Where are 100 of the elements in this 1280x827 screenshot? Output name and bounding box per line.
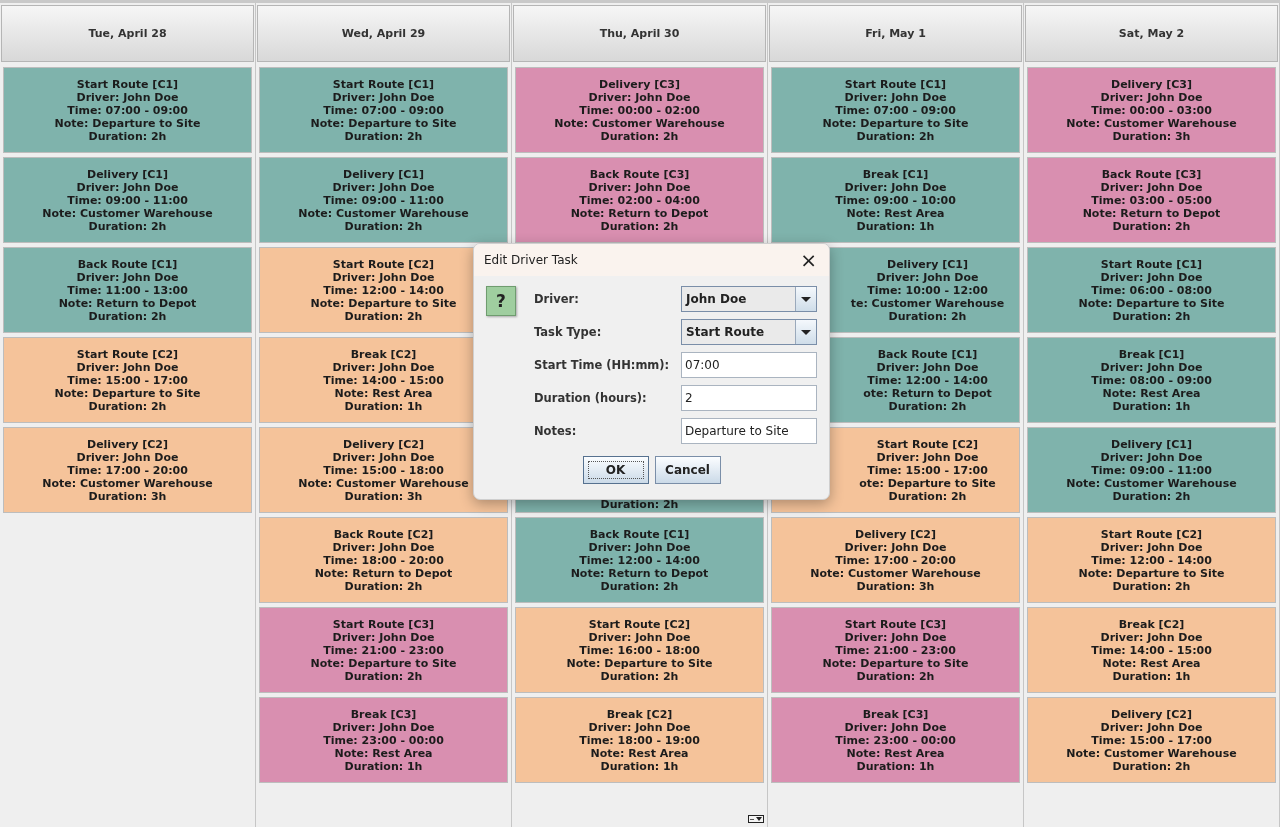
task-card[interactable]: Delivery [C1] Driver: John Doe Time: 09:00 - 11:00 Note: Customer Warehouse Duration: 2h (259, 157, 508, 243)
day-header: Thu, April 30 (513, 5, 766, 62)
card-text: Driver: John Doe (876, 360, 979, 374)
task-card[interactable]: Delivery [C3] Driver: John Doe Time: 00:00 - 02:00 Note: Customer Warehouse Duration: 2h (515, 67, 764, 153)
card-text: Duration: 2h (600, 498, 679, 511)
card-text: Delivery [C2] (343, 437, 424, 451)
card-text: Note: Customer Warehouse (1066, 476, 1237, 490)
card-text: Back Route [C3] (589, 167, 690, 181)
task-card[interactable]: Back Route [C2] Driver: John Doe Time: 18:00 - 20:00 Note: Return to Depot Duration: 2h (259, 517, 508, 603)
card-text: Time: 21:00 - 23:00 (323, 643, 444, 657)
task-card[interactable]: Delivery [C2] Driver: John Doe Time: 17:00 - 20:00 Note: Customer Warehouse Duration: 3h (3, 427, 252, 513)
field-label: Notes: (534, 424, 577, 438)
card-text: Start Route [C2] (76, 347, 179, 361)
dropdown-icon[interactable] (748, 815, 764, 823)
card-text: Driver: John Doe (844, 90, 947, 104)
card-text: Driver: John Doe (1100, 180, 1203, 194)
card-text: Delivery [C2] (87, 437, 168, 451)
card-text: Time: 07:00 - 09:00 (323, 103, 444, 117)
card-text: Time: 12:00 - 14:00 (1091, 553, 1212, 567)
card-text: Note: Departure to Site (54, 116, 201, 130)
card-text: Start Route [C2] (332, 257, 435, 271)
caret-icon (795, 320, 816, 344)
card-text: Duration: 3h (1112, 129, 1191, 143)
card-text: Driver: John Doe (1100, 540, 1203, 554)
input-field[interactable]: 2 (681, 385, 817, 411)
task-card[interactable]: Delivery [C2] Driver: John Doe Time: 15:00 - 17:00 Note: Customer Warehouse Duration: 2h (1027, 697, 1276, 783)
task-card[interactable]: Back Route [C3] Driver: John Doe Time: 02:00 - 04:00 Note: Return to Depot Duration: 2h (515, 157, 764, 243)
card-text: Duration: 1h (344, 759, 423, 773)
card-text: Note: Departure to Site (54, 386, 201, 400)
task-card[interactable]: Delivery [C2] Driver: John Doe Time: 17:00 - 20:00 Note: Customer Warehouse Duration: 3h (771, 517, 1020, 603)
card-text: Duration: 2h (1112, 579, 1191, 593)
card-text: Break [C3] (350, 707, 417, 721)
card-text: Note: Customer Warehouse (298, 206, 469, 220)
input-field[interactable]: Departure to Site (681, 418, 817, 444)
task-card[interactable]: Start Route [C1] Driver: John Doe Time: 07:00 - 09:00 Note: Departure to Site Duration: 2h (259, 67, 508, 153)
dialog-button[interactable]: Cancel (654, 456, 721, 484)
task-card[interactable]: Break [C1] Driver: John Doe Time: 09:00 - 10:00 Note: Rest Area Duration: 1h (771, 157, 1020, 243)
card-text: Note: Customer Warehouse (1066, 116, 1237, 130)
card-text: Duration: 3h (344, 489, 423, 503)
card-text: Break [C2] (350, 347, 417, 361)
card-text: Note: Departure to Site (310, 116, 457, 130)
card-text: Back Route [C1] (589, 527, 690, 541)
card-text: Note: Rest Area (334, 386, 433, 400)
card-text: Note: Departure to Site (310, 656, 457, 670)
card-text: Time: 23:00 - 00:00 (835, 733, 956, 747)
task-card[interactable]: Break [C2] Driver: John Doe Time: 14:00 - 15:00 Note: Rest Area Duration: 1h (1027, 607, 1276, 693)
card-text: Note: Departure to Site (1078, 296, 1225, 310)
task-card[interactable]: Break [C2] Driver: John Doe Time: 18:00 - 19:00 Note: Rest Area Duration: 1h (515, 697, 764, 783)
task-card[interactable]: Start Route [C1] Driver: John Doe Time: 07:00 - 09:00 Note: Departure to Site Duration: 2h (771, 67, 1020, 153)
card-text: Time: 12:00 - 14:00 (867, 373, 988, 387)
close-button[interactable]: × (796, 248, 821, 272)
card-text: Driver: John Doe (76, 180, 179, 194)
input-field[interactable]: 07:00 (681, 352, 817, 378)
task-card[interactable]: Break [C1] Driver: John Doe Time: 08:00 - 09:00 Note: Rest Area Duration: 1h (1027, 337, 1276, 423)
card-text: Driver: John Doe (844, 630, 947, 644)
card-text: Duration: 2h (88, 399, 167, 413)
card-text: Driver: John Doe (588, 540, 691, 554)
card-text: Driver: John Doe (76, 270, 179, 284)
card-text: Time: 12:00 - 14:00 (323, 283, 444, 297)
task-card[interactable]: Back Route [C1] Driver: John Doe Time: 11:00 - 13:00 Note: Return to Depot Duration: 2h (3, 247, 252, 333)
card-text: Start Route [C1] (332, 77, 435, 91)
dialog-button[interactable]: OK (582, 456, 649, 484)
task-card[interactable]: Delivery [C3] Driver: John Doe Time: 00:00 - 03:00 Note: Customer Warehouse Duration: 3h (1027, 67, 1276, 153)
card-text: Time: 14:00 - 15:00 (1091, 643, 1212, 657)
task-card[interactable]: Break [C3] Driver: John Doe Time: 23:00 - 00:00 Note: Rest Area Duration: 1h (771, 697, 1020, 783)
card-text: Time: 17:00 - 20:00 (67, 463, 188, 477)
dropdown[interactable]: Start Route (681, 319, 817, 345)
task-card[interactable]: Start Route [C2] Driver: John Doe Time: 15:00 - 17:00 Note: Departure to Site Duration: 2h (3, 337, 252, 423)
task-card[interactable]: Start Route [C3] Driver: John Doe Time: 21:00 - 23:00 Note: Departure to Site Duration: 2h (259, 607, 508, 693)
task-card[interactable]: Start Route [C1] Driver: John Doe Time: 06:00 - 08:00 Note: Departure to Site Duration: 2h (1027, 247, 1276, 333)
task-card[interactable]: Break [C3] Driver: John Doe Time: 23:00 - 00:00 Note: Rest Area Duration: 1h (259, 697, 508, 783)
card-text: Driver: John Doe (1100, 90, 1203, 104)
field-label: Duration (hours): (534, 391, 647, 405)
card-text: Driver: John Doe (588, 720, 691, 734)
task-card[interactable]: Start Route [C3] Driver: John Doe Time: 21:00 - 23:00 Note: Departure to Site Duration: 2h (771, 607, 1020, 693)
card-text: Duration: 2h (600, 129, 679, 143)
dropdown[interactable]: John Doe (681, 286, 817, 312)
task-card[interactable]: Start Route [C2] Driver: John Doe Time: 16:00 - 18:00 Note: Departure to Site Duration: 2h (515, 607, 764, 693)
task-card[interactable]: Back Route [C3] Driver: John Doe Time: 03:00 - 05:00 Note: Return to Depot Duration: 2h (1027, 157, 1276, 243)
card-text: Time: 11:00 - 13:00 (67, 283, 188, 297)
task-card[interactable]: Delivery [C1] Driver: John Doe Time: 09:00 - 11:00 Note: Customer Warehouse Duration: 2h (3, 157, 252, 243)
card-text: Start Route [C1] (844, 77, 947, 91)
card-text: Time: 09:00 - 11:00 (1091, 463, 1212, 477)
card-text: Driver: John Doe (332, 90, 435, 104)
card-text: Driver: John Doe (76, 90, 179, 104)
task-card[interactable]: Start Route [C2] Driver: John Doe Time: 12:00 - 14:00 Note: Departure to Site Duration: 2h (1027, 517, 1276, 603)
card-text: Start Route [C2] (588, 617, 691, 631)
card-text: Duration: 2h (888, 399, 967, 413)
task-card[interactable]: Delivery [C1] Driver: John Doe Time: 09:00 - 11:00 Note: Customer Warehouse Duration: 2h (1027, 427, 1276, 513)
card-text: Duration: 2h (344, 579, 423, 593)
card-text: Note: Return to Depot (1082, 206, 1221, 220)
card-text: Driver: John Doe (1100, 720, 1203, 734)
card-text: Duration: 2h (1112, 219, 1191, 233)
card-text: Break [C2] (1118, 617, 1185, 631)
card-text: Time: 02:00 - 04:00 (579, 193, 700, 207)
card-text: Driver: John Doe (588, 630, 691, 644)
card-text: Break [C2] (606, 707, 673, 721)
task-card[interactable]: Back Route [C1] Driver: John Doe Time: 12:00 - 14:00 Note: Return to Depot Duration: 2h (515, 517, 764, 603)
task-card[interactable]: Start Route [C1] Driver: John Doe Time: 07:00 - 09:00 Note: Departure to Site Duration: 2h (3, 67, 252, 153)
card-text: Driver: John Doe (876, 450, 979, 464)
